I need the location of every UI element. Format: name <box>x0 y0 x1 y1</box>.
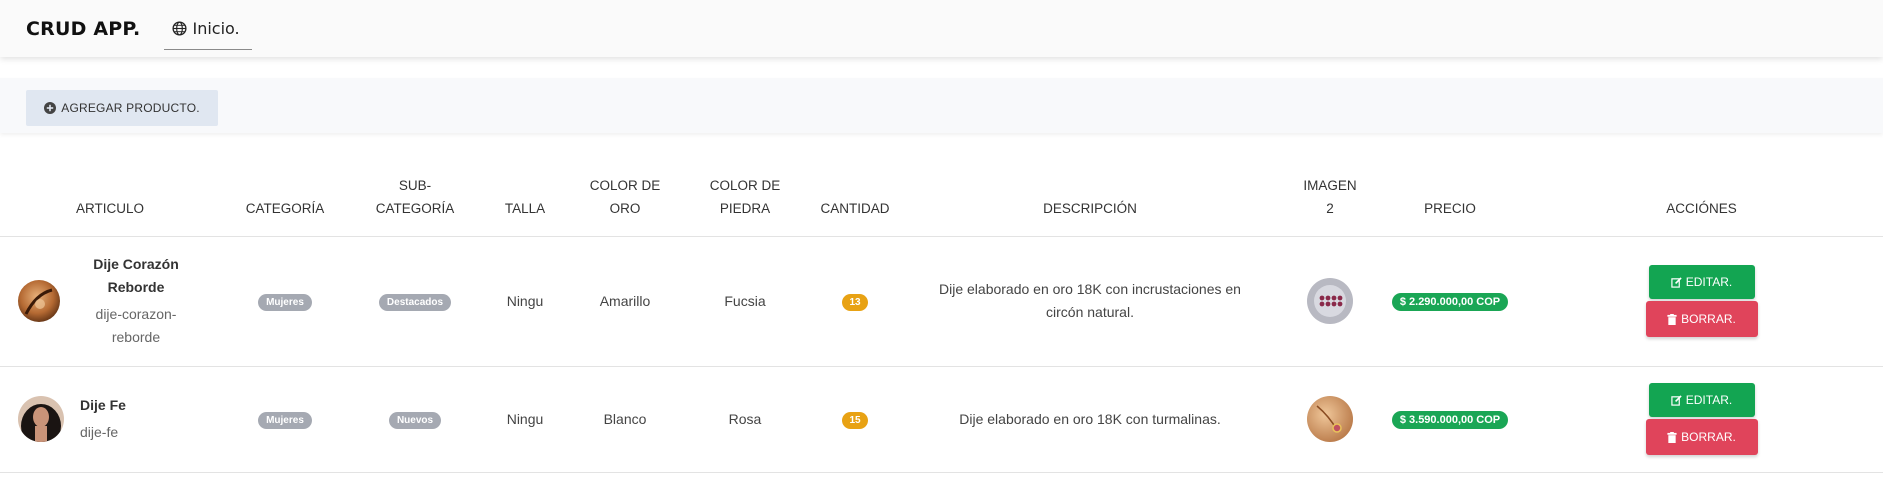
quantity-badge: 13 <box>842 293 868 311</box>
globe-icon <box>172 21 188 36</box>
delete-label: BORRAR. <box>1681 312 1736 326</box>
subcategory-badge: Nuevos <box>388 411 442 429</box>
quantity-badge: 15 <box>842 411 868 429</box>
product-avatar <box>18 396 64 442</box>
product-slug: dije-fe <box>80 424 119 440</box>
cell-subcategoria: Nuevos <box>350 366 480 473</box>
trash-icon <box>1667 313 1677 325</box>
app-brand[interactable]: CRUD APP. <box>26 18 140 40</box>
cell-subcategoria: Destacados <box>350 236 480 367</box>
table-header-row: ARTICULO CATEGORÍA SUB- CATEGORÍA TALLA C… <box>0 160 1883 237</box>
header-subcategoria: SUB- CATEGORÍA <box>350 160 480 237</box>
cell-imagen <box>1280 236 1380 367</box>
header-descripcion: DESCRIPCIÓN <box>900 160 1280 237</box>
add-product-button[interactable]: AGREGAR PRODUCTO. <box>26 90 218 126</box>
cell-precio: $ 2.290.000,00 COP <box>1380 236 1520 367</box>
edit-icon <box>1671 276 1682 288</box>
cell-categoria: Mujeres <box>220 366 350 473</box>
header-articulo: ARTICULO <box>0 160 220 237</box>
delete-button[interactable]: BORRAR. <box>1645 301 1758 337</box>
header-acciones: ACCIÓNES <box>1520 160 1883 237</box>
header-cantidad: CANTIDAD <box>810 160 900 237</box>
header-imagen: IMAGEN 2 <box>1280 160 1380 237</box>
product-image-thumb <box>1307 278 1353 324</box>
cell-talla: Ningu <box>480 236 570 367</box>
product-image-thumb <box>1307 396 1353 442</box>
product-name: Dije Fe <box>80 397 126 413</box>
header-precio: PRECIO <box>1380 160 1520 237</box>
toolbar: AGREGAR PRODUCTO. <box>0 78 1883 133</box>
cell-descripcion: Dije elaborado en oro 18K con turmalinas… <box>900 366 1280 473</box>
cell-acciones: EDITAR. BORRAR. <box>1520 236 1883 367</box>
edit-label: EDITAR. <box>1685 393 1733 407</box>
product-slug: dije-corazon-reborde <box>95 306 177 345</box>
nav-home-label: Inicio. <box>192 19 240 38</box>
header-categoria: CATEGORÍA <box>220 160 350 237</box>
trash-icon <box>1667 431 1677 443</box>
plus-circle-icon <box>44 102 57 114</box>
cell-color-piedra: Rosa <box>680 366 810 473</box>
product-avatar <box>18 280 60 322</box>
delete-label: BORRAR. <box>1681 430 1736 444</box>
price-badge: $ 3.590.000,00 COP <box>1391 410 1509 429</box>
cell-color-oro: Amarillo <box>570 236 680 367</box>
product-name: Dije Corazón Reborde <box>93 256 179 295</box>
top-navbar: CRUD APP. Inicio. <box>0 0 1883 57</box>
cell-talla: Ningu <box>480 366 570 473</box>
cell-articulo: Dije Fe dije-fe <box>0 366 220 473</box>
delete-button[interactable]: BORRAR. <box>1645 419 1758 455</box>
cell-precio: $ 3.590.000,00 COP <box>1380 366 1520 473</box>
price-badge: $ 2.290.000,00 COP <box>1391 292 1509 311</box>
cell-articulo: Dije Corazón Reborde dije-corazon-reborde <box>0 236 220 367</box>
edit-button[interactable]: EDITAR. <box>1648 265 1755 299</box>
header-color-piedra: COLOR DE PIEDRA <box>680 160 810 237</box>
table-row: Dije Corazón Reborde dije-corazon-reborde… <box>0 236 1883 367</box>
cell-cantidad: 15 <box>810 366 900 473</box>
cell-categoria: Mujeres <box>220 236 350 367</box>
header-color-oro: COLOR DE ORO <box>570 160 680 237</box>
edit-icon <box>1671 394 1682 406</box>
nav-home-link[interactable]: Inicio. <box>164 0 252 57</box>
cell-acciones: EDITAR. BORRAR. <box>1520 366 1883 473</box>
edit-label: EDITAR. <box>1685 275 1733 289</box>
subcategory-badge: Destacados <box>378 293 452 311</box>
cell-color-oro: Blanco <box>570 366 680 473</box>
add-product-label: AGREGAR PRODUCTO. <box>61 101 200 115</box>
cell-cantidad: 13 <box>810 236 900 367</box>
cell-imagen <box>1280 366 1380 473</box>
cell-descripcion: Dije elaborado en oro 18K con incrustaci… <box>900 236 1280 367</box>
category-badge: Mujeres <box>258 293 312 311</box>
table-row: Dije Fe dije-fe Mujeres Nuevos Ningu Bla… <box>0 366 1883 473</box>
products-table: ARTICULO CATEGORÍA SUB- CATEGORÍA TALLA C… <box>0 160 1883 473</box>
edit-button[interactable]: EDITAR. <box>1648 383 1755 417</box>
header-talla: TALLA <box>480 160 570 237</box>
cell-color-piedra: Fucsia <box>680 236 810 367</box>
category-badge: Mujeres <box>258 411 312 429</box>
